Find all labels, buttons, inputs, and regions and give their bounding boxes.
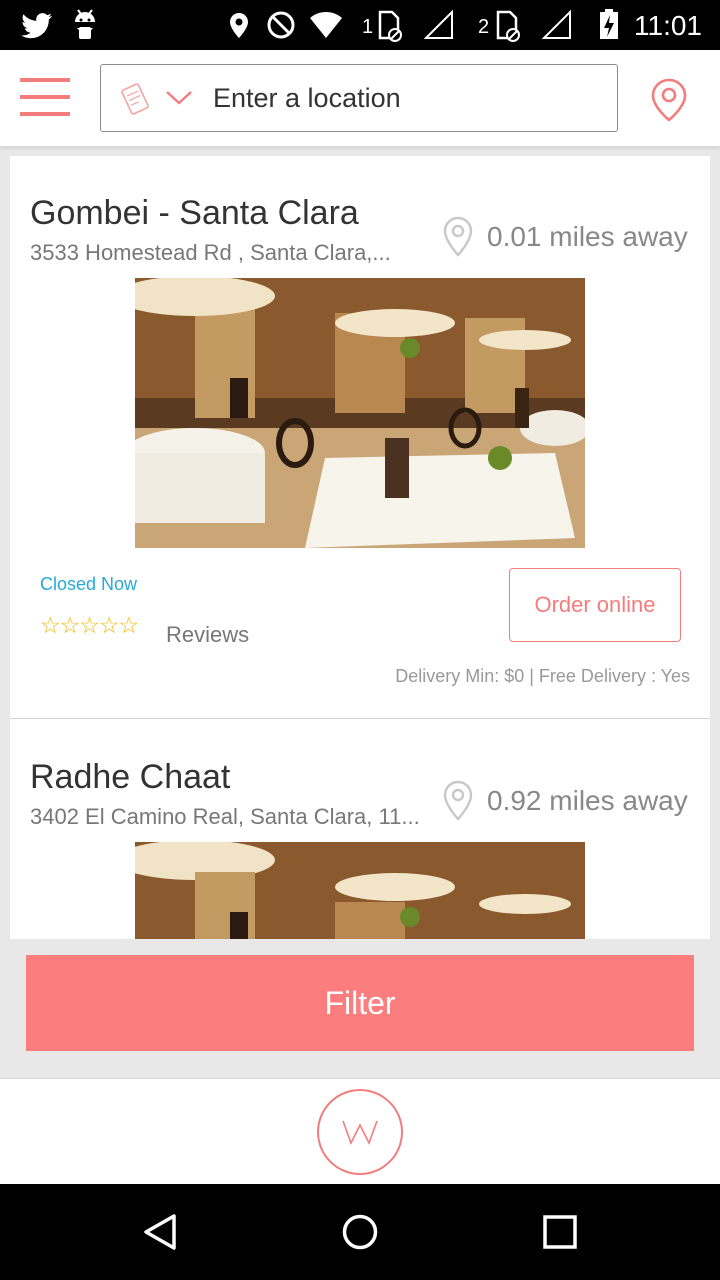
order-online-button[interactable]: Order online [509,568,681,642]
restaurant-list[interactable]: Gombei - Santa Clara 3533 Homestead Rd ,… [10,156,710,939]
app-header [0,50,720,147]
location-search-box[interactable] [100,64,618,132]
sim-icon [496,10,520,42]
status-bar: 1 2 11:01 [0,0,720,50]
filter-button[interactable]: Filter [26,955,694,1051]
restaurant-distance: 0.92 miles away [487,785,688,816]
w-logo-icon [342,1120,378,1146]
restaurant-address: 3402 El Camino Real, Santa Clara, 11... [30,804,420,829]
android-icon [75,9,95,39]
system-nav-bar [0,1184,720,1280]
home-icon[interactable] [340,1212,380,1252]
signal-icon [542,9,571,39]
divider [10,718,710,719]
reviews-link[interactable]: Reviews [166,622,249,648]
back-icon[interactable] [140,1212,180,1252]
restaurant-name[interactable]: Gombei - Santa Clara [30,194,359,233]
signal-icon [424,9,453,39]
battery-charging-icon [600,9,618,39]
menu-icon[interactable] [20,78,70,118]
do-not-disturb-icon [267,11,295,39]
sim2-label: 2 [478,15,490,38]
open-status: Closed Now [40,574,138,594]
map-pin-icon[interactable] [650,78,688,122]
star-rating[interactable]: ☆☆☆☆☆ [40,612,139,639]
wifi-icon [310,12,342,38]
restaurant-name[interactable]: Radhe Chaat [30,758,230,797]
twitter-icon [21,13,52,39]
restaurant-distance: 0.01 miles away [487,221,688,252]
sim-icon [378,10,402,42]
recents-icon[interactable] [542,1214,578,1250]
clock: 11:01 [634,10,702,41]
ticket-icon[interactable] [117,81,153,117]
restaurant-photo[interactable] [135,278,585,548]
bottom-bar [0,1078,720,1185]
distance-pin-icon [443,780,473,821]
location-input[interactable] [211,73,605,123]
sim1-label: 1 [362,15,374,38]
restaurant-photo[interactable] [135,842,585,939]
app-logo-icon[interactable] [317,1089,403,1175]
restaurant-address: 3533 Homestead Rd , Santa Clara,... [30,240,391,265]
location-icon [230,13,248,38]
chevron-down-icon[interactable] [165,89,193,107]
distance-pin-icon [443,216,473,257]
delivery-info: Delivery Min: $0 | Free Delivery : Yes [395,666,690,686]
